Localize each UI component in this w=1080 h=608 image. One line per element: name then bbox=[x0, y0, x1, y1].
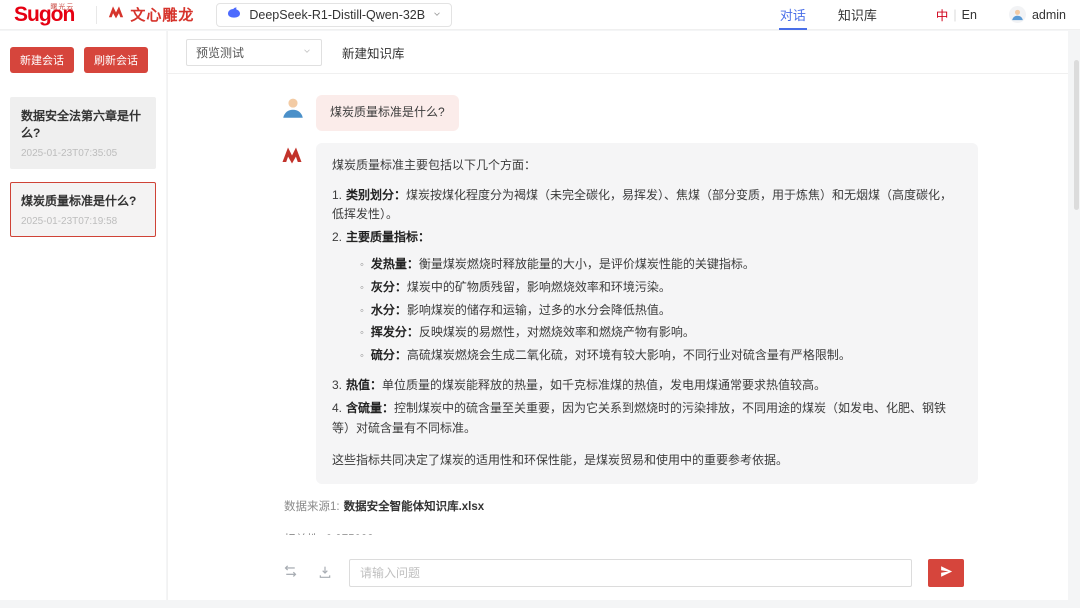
list-item: 水分：影响煤炭的储存和运输，过多的水分会降低热值。 bbox=[360, 301, 962, 321]
quality-indicator-list: 发热量：衡量煤炭燃烧时释放能量的大小，是评价煤炭性能的关键指标。 灰分：煤炭中的… bbox=[360, 255, 962, 366]
data-sources: 数据来源1:数据安全智能体知识库.xlsx 相关性:0.875083 数据来源2… bbox=[284, 498, 988, 535]
app-window: 曙光云 Sugon 文心雕龙 DeepSeek-R1-Distill-Qwen-… bbox=[0, 0, 1080, 608]
question-input[interactable] bbox=[349, 559, 912, 587]
lang-separator: | bbox=[953, 7, 957, 22]
user-message: 煤炭质量标准是什么? bbox=[316, 95, 459, 131]
answer-item-3: 3. 热值：单位质量的煤炭能释放的热量，如千克标准煤的热值，发电用煤通常要求热值较… bbox=[332, 377, 827, 392]
kb-toolbar: 预览测试 新建知识库 bbox=[168, 31, 1068, 74]
sugon-cloud-label: 曙光云 bbox=[50, 3, 75, 11]
chevron-down-icon bbox=[432, 8, 442, 22]
list-item: 挥发分：反映煤炭的易燃性，对燃烧效率和燃烧产物有影响。 bbox=[360, 323, 962, 343]
product-name: 文心雕龙 bbox=[130, 7, 195, 24]
conversation-timestamp: 2025-01-23T07:19:58 bbox=[21, 216, 118, 227]
answer-intro: 煤炭质量标准主要包括以下几个方面： bbox=[332, 157, 537, 172]
assistant-message: 煤炭质量标准主要包括以下几个方面： 1. 类别划分：煤炭按煤化程度分为褐煤（未完全… bbox=[316, 142, 978, 485]
user-avatar-icon bbox=[280, 95, 306, 121]
user-message-row: 煤炭质量标准是什么? bbox=[280, 95, 988, 131]
answer-item-1: 1. 类别划分：煤炭按煤化程度分为褐煤（未完全碳化，易挥发）、焦煤（部分变质，用于… bbox=[332, 187, 953, 222]
lang-zh[interactable]: 中 bbox=[936, 5, 949, 24]
sidebar-actions: 新建会话 刷新会话 bbox=[10, 47, 156, 73]
knowledge-base-selector[interactable]: 预览测试 bbox=[186, 38, 322, 66]
conversation-item[interactable]: 数据安全法第六章是什么? 2025-01-23T07:35:05 bbox=[10, 97, 156, 169]
tab-knowledge-base[interactable]: 知识库 bbox=[837, 0, 878, 30]
list-item: 灰分：煤炭中的矿物质残留，影响燃烧效率和环境污染。 bbox=[360, 278, 962, 298]
send-button[interactable] bbox=[928, 559, 964, 587]
admin-avatar-icon bbox=[1008, 6, 1026, 23]
username: admin bbox=[1031, 7, 1066, 22]
chevron-down-icon bbox=[302, 45, 312, 59]
answer-item-4: 4. 含硫量：控制煤炭中的硫含量至关重要，因为它关系到燃烧时的污染排放，不同用途的… bbox=[332, 400, 947, 435]
header: 曙光云 Sugon 文心雕龙 DeepSeek-R1-Distill-Qwen-… bbox=[0, 0, 1080, 30]
kb-selected-value: 预览测试 bbox=[196, 45, 245, 60]
page-scrollbar[interactable] bbox=[1074, 60, 1079, 210]
answer-conclusion: 这些指标共同决定了煤炭的适用性和环保性能，是煤炭贸易和使用中的重要参考依据。 bbox=[332, 453, 789, 468]
chat-history[interactable]: 煤炭质量标准是什么? 煤炭质量标准主要包括以下几个方面： 1. 类别划分：煤炭按煤… bbox=[168, 75, 1068, 535]
lang-en[interactable]: En bbox=[962, 8, 977, 22]
model-selector[interactable]: DeepSeek-R1-Distill-Qwen-32B bbox=[216, 2, 453, 27]
wenxin-logo: 文心雕龙 bbox=[107, 3, 194, 26]
assistant-avatar-icon bbox=[280, 143, 306, 169]
tab-chat[interactable]: 对话 bbox=[778, 0, 807, 30]
new-chat-button[interactable]: 新建会话 bbox=[10, 47, 74, 73]
composer bbox=[280, 558, 964, 588]
language-toggle[interactable]: 中 | En bbox=[936, 5, 977, 24]
flame-icon bbox=[107, 3, 125, 26]
export-button[interactable] bbox=[315, 562, 335, 585]
new-kb-link[interactable]: 新建知识库 bbox=[342, 43, 405, 62]
user-menu[interactable]: admin bbox=[1008, 6, 1066, 23]
header-divider bbox=[96, 5, 98, 24]
assistant-message-row: 煤炭质量标准主要包括以下几个方面： 1. 类别划分：煤炭按煤化程度分为褐煤（未完全… bbox=[280, 142, 988, 485]
sidebar: 新建会话 刷新会话 数据安全法第六章是什么? 2025-01-23T07:35:… bbox=[0, 31, 166, 600]
conversation-title: 数据安全法第六章是什么? bbox=[21, 109, 142, 140]
conversation-timestamp: 2025-01-23T07:35:05 bbox=[21, 148, 118, 159]
model-name: DeepSeek-R1-Distill-Qwen-32B bbox=[249, 7, 426, 22]
sugon-logo: 曙光云 Sugon bbox=[14, 3, 75, 26]
clear-context-button[interactable] bbox=[280, 561, 301, 585]
source-line: 数据来源1: 数据安全智能体知识库.xlsx bbox=[284, 501, 485, 514]
conversation-item-selected[interactable]: 煤炭质量标准是什么? 2025-01-23T07:19:58 bbox=[10, 182, 156, 237]
send-icon bbox=[939, 564, 954, 582]
answer-item-2: 2. 主要质量指标： bbox=[332, 230, 431, 245]
conversation-title: 煤炭质量标准是什么? bbox=[21, 194, 137, 208]
download-icon bbox=[317, 564, 333, 583]
header-tabs: 对话 知识库 bbox=[778, 0, 878, 30]
main-panel: 预览测试 新建知识库 煤炭质量标准是什么? 煤炭质量标准主要包括以下几个方面： bbox=[167, 31, 1068, 600]
relevance-line: 相关性:0.875083 bbox=[284, 531, 988, 535]
refresh-chat-button[interactable]: 刷新会话 bbox=[84, 47, 148, 73]
deepseek-whale-icon bbox=[226, 5, 242, 24]
list-item: 硫分：高硫煤炭燃烧会生成二氧化硫，对环境有较大影响，不同行业对硫含量有严格限制。 bbox=[360, 346, 962, 366]
exchange-arrows-icon bbox=[282, 563, 299, 583]
list-item: 发热量：衡量煤炭燃烧时释放能量的大小，是评价煤炭性能的关键指标。 bbox=[360, 255, 962, 275]
